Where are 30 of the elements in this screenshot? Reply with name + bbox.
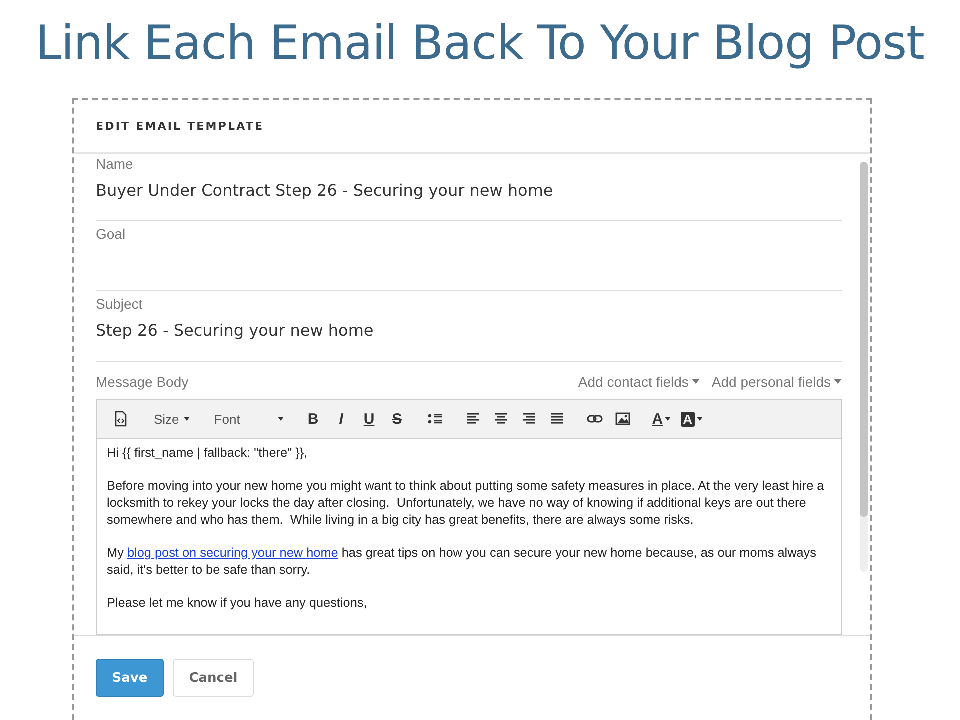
field-label: Name: [96, 156, 134, 172]
slide-title: Link Each Email Back To Your Blog Post: [34, 15, 926, 73]
background-color-button[interactable]: A: [676, 406, 708, 432]
text-color-button[interactable]: A: [647, 406, 676, 432]
caret-icon: [278, 417, 284, 421]
cancel-button[interactable]: Cancel: [173, 659, 254, 697]
email-paragraph: My blog post on securing your new home has great tips on how you can secure your new home because, as our moms always said, it's better to be safe than sorry.: [107, 545, 818, 579]
dropdown-menu[interactable]: Add contact fields: [578, 374, 700, 390]
caret-icon: [665, 417, 672, 421]
strikethrough-button[interactable]: S: [383, 406, 412, 432]
dropdown-button[interactable]: Size: [149, 406, 196, 432]
email-paragraph: Before moving into your new home you might want to think about putting some safety measures in place. At the very least hire a locksmith to rekey your locks the day after closing. Unfortunately, we have no way of knowing if additional keys are out there somewhere and who has them. While living in a big city has great benefits, there are always some risks.: [107, 478, 826, 529]
blog-link[interactable]: blog post on securing your new home: [127, 546, 338, 560]
bold-button[interactable]: B: [299, 406, 328, 432]
caret-icon: [834, 379, 842, 384]
field-label: Subject: [96, 296, 143, 312]
caret-icon: [184, 417, 190, 421]
underline-button[interactable]: U: [355, 406, 384, 432]
input-field[interactable]: Buyer Under Contract Step 26 - Securing your new home: [96, 178, 842, 202]
caret-icon: [696, 417, 703, 421]
dropdown-menu[interactable]: Add personal fields: [712, 374, 842, 390]
email-paragraph: Hi {{ first_name | fallback: "there" }},: [107, 445, 309, 462]
field-label: Goal: [96, 226, 126, 242]
field-label: Message Body: [96, 374, 189, 390]
email-paragraph: Please let me know if you have any questions,: [107, 595, 368, 612]
dropdown-button[interactable]: Font: [209, 406, 290, 432]
dialog-title: EDIT EMAIL TEMPLATE: [96, 120, 264, 132]
italic-button[interactable]: I: [327, 406, 356, 432]
input-field[interactable]: Step 26 - Securing your new home: [96, 318, 842, 342]
caret-icon: [692, 379, 700, 384]
